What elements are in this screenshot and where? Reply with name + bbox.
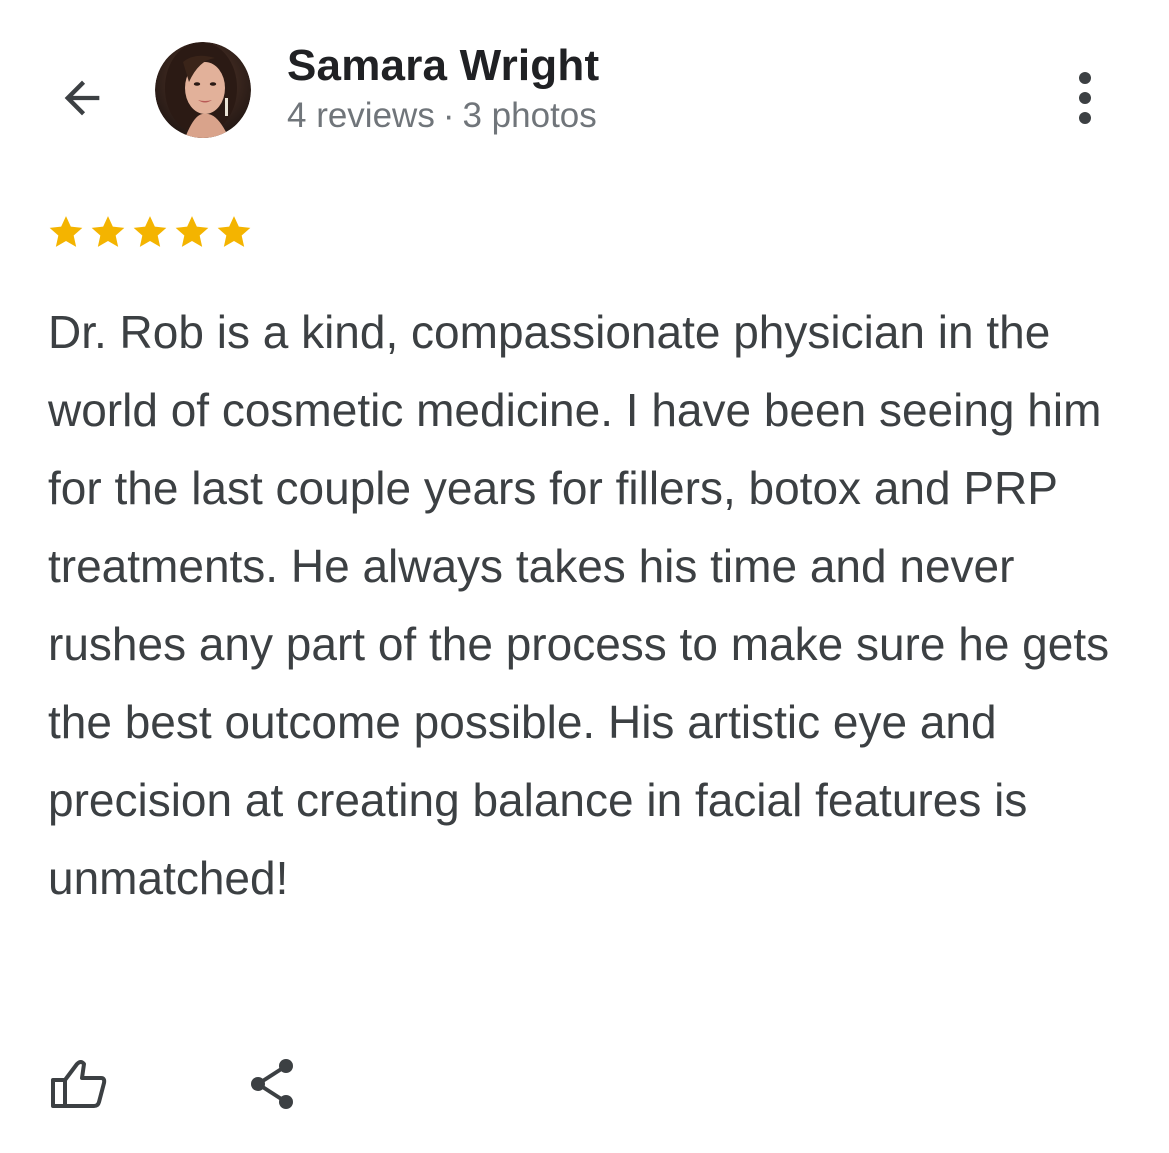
avatar[interactable] bbox=[155, 42, 251, 138]
star-icon bbox=[133, 216, 167, 247]
star-rating bbox=[46, 212, 254, 252]
more-options-button[interactable] bbox=[1058, 66, 1112, 130]
review-count: 4 reviews bbox=[287, 96, 435, 135]
reviewer-info[interactable]: Samara Wright 4 reviews · 3 photos bbox=[287, 38, 599, 138]
reviewer-meta: 4 reviews · 3 photos bbox=[287, 94, 599, 138]
star-icon bbox=[91, 216, 125, 247]
review-actions bbox=[46, 1052, 304, 1116]
star-icon bbox=[49, 216, 83, 247]
meta-separator: · bbox=[442, 96, 455, 135]
review-text: Dr. Rob is a kind, compassionate physici… bbox=[48, 306, 1110, 904]
share-button[interactable] bbox=[240, 1052, 304, 1116]
like-button[interactable] bbox=[46, 1052, 110, 1116]
star-icon bbox=[217, 216, 251, 247]
avatar-photo bbox=[155, 42, 251, 138]
star-icon bbox=[175, 216, 209, 247]
thumbs-up-icon bbox=[51, 1060, 107, 1108]
share-icon bbox=[251, 1059, 293, 1109]
arrow-left-icon bbox=[64, 80, 100, 116]
photo-count: 3 photos bbox=[462, 96, 597, 135]
reviewer-name[interactable]: Samara Wright bbox=[287, 38, 599, 94]
more-vert-icon bbox=[1079, 72, 1091, 124]
review-header: Samara Wright 4 reviews · 3 photos bbox=[0, 0, 1169, 180]
back-button[interactable] bbox=[50, 66, 114, 130]
